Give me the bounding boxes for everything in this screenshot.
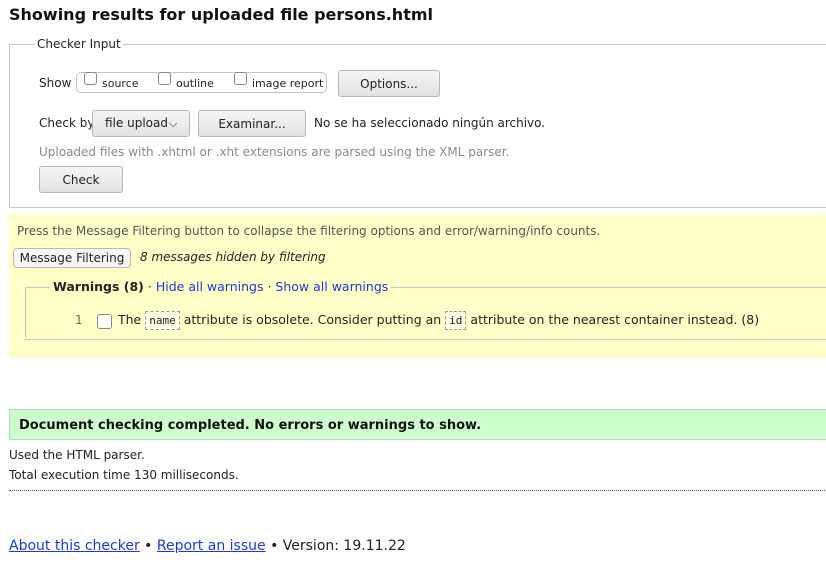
dotted-divider — [9, 490, 826, 491]
check-by-select[interactable]: file upload ⌵ — [92, 110, 190, 137]
parser-note: Used the HTML parser. — [9, 448, 145, 462]
success-message-box: Document checking completed. No errors o… — [9, 409, 826, 440]
separator-dot: · — [147, 279, 152, 294]
code-name: name — [145, 311, 180, 330]
hidden-messages-count: 8 messages hidden by filtering — [140, 250, 326, 264]
warning-filter-checkbox[interactable] — [97, 314, 112, 329]
xml-parser-hint: Uploaded files with .xhtml or .xht exten… — [39, 145, 510, 159]
check-by-label: Check by — [39, 116, 95, 130]
checker-input-legend: Checker Input — [35, 37, 123, 51]
image-report-checkbox-label[interactable]: image report — [252, 77, 323, 90]
check-button[interactable]: Check — [39, 166, 123, 193]
warning-text-after: attribute on the nearest container inste… — [470, 312, 760, 327]
image-report-checkbox[interactable] — [234, 72, 247, 85]
warnings-heading: Warnings (8) — [53, 279, 144, 294]
outline-checkbox[interactable] — [158, 72, 171, 85]
show-label: Show — [39, 76, 72, 90]
message-filtering-button[interactable]: Message Filtering — [13, 248, 131, 268]
browse-file-button[interactable]: Examinar... — [198, 110, 306, 137]
about-checker-link[interactable]: About this checker — [9, 538, 140, 554]
outline-checkbox-label[interactable]: outline — [176, 77, 214, 90]
chevron-down-icon: ⌵ — [169, 117, 178, 130]
warnings-legend: Warnings (8) · Hide all warnings · Show … — [50, 279, 392, 294]
source-checkbox-label[interactable]: source — [102, 77, 139, 90]
hide-all-warnings-link[interactable]: Hide all warnings — [156, 279, 264, 294]
footer: About this checker • Report an issue • V… — [9, 538, 406, 554]
page-title: Showing results for uploaded file person… — [9, 5, 433, 24]
footer-bullet: • — [270, 538, 279, 554]
source-checkbox[interactable] — [84, 72, 97, 85]
check-by-select-value: file upload — [105, 116, 168, 130]
footer-bullet: • — [144, 538, 153, 554]
separator-dot: · — [267, 279, 272, 294]
warning-text-before: The — [118, 312, 142, 327]
execution-time: Total execution time 130 milliseconds. — [9, 468, 239, 482]
code-id: id — [445, 311, 467, 330]
warning-message: The name attribute is obsolete. Consider… — [118, 308, 759, 332]
show-all-warnings-link[interactable]: Show all warnings — [275, 279, 388, 294]
version-text: Version: 19.11.22 — [282, 538, 406, 554]
warning-row-number: 1 — [75, 313, 83, 327]
options-button[interactable]: Options... — [338, 70, 440, 97]
success-message: Document checking completed. No errors o… — [19, 418, 482, 433]
report-issue-link[interactable]: Report an issue — [157, 538, 266, 554]
filtering-instructions: Press the Message Filtering button to co… — [17, 224, 601, 238]
warning-text-middle: attribute is obsolete. Consider putting … — [183, 312, 442, 327]
no-file-selected-text: No se ha seleccionado ningún archivo. — [314, 116, 546, 130]
